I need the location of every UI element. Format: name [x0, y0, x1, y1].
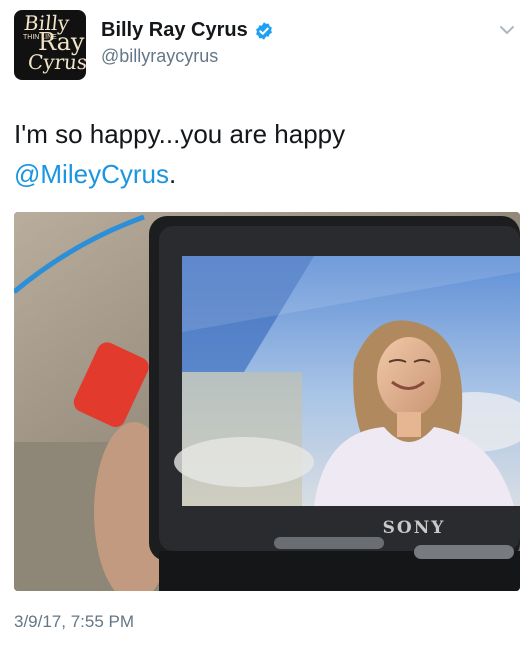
tweet-text: I'm so happy...you are happy @MileyCyrus…	[14, 114, 519, 194]
camera-brand-label: SONY	[383, 518, 446, 538]
tweet-timestamp[interactable]: 3/9/17, 7:55 PM	[14, 612, 134, 632]
author-name[interactable]: Billy Ray Cyrus	[101, 19, 248, 42]
avatar[interactable]: Billy THIN LINE Ray Cyrus	[14, 10, 86, 80]
verified-badge-icon	[255, 21, 272, 40]
avatar-text-4: Cyrus	[26, 50, 86, 74]
photo-image: SONY	[14, 212, 520, 591]
tweet-text-body: I'm so happy...you are happy	[14, 119, 346, 149]
author-name-row: Billy Ray Cyrus	[101, 19, 274, 42]
tweet-header: Billy THIN LINE Ray Cyrus Billy Ray Cyru…	[14, 10, 519, 82]
mention-link[interactable]: @MileyCyrus	[14, 159, 169, 189]
chevron-down-icon[interactable]	[497, 20, 517, 40]
tweet-photo[interactable]: SONY	[14, 212, 520, 591]
tweet-text-end: .	[168, 159, 177, 189]
author-handle[interactable]: @billyraycyrus	[101, 46, 218, 67]
